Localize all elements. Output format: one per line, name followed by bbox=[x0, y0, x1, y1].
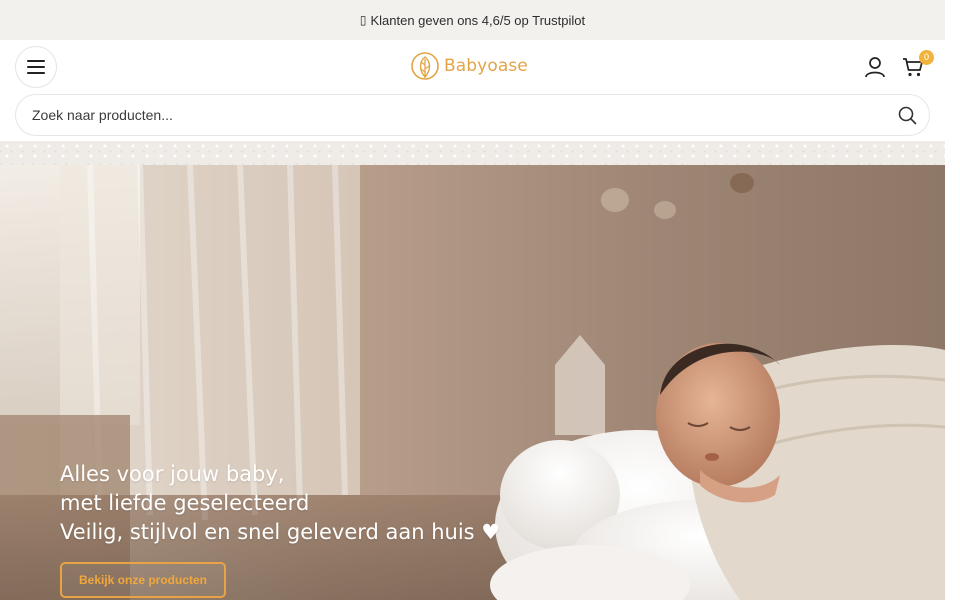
page: ▯ Klanten geven ons 4,6/5 op Trustpilot … bbox=[0, 0, 945, 600]
account-button[interactable] bbox=[862, 54, 888, 80]
search-icon bbox=[898, 106, 916, 124]
search-input[interactable] bbox=[16, 95, 887, 135]
hero-banner: Alles voor jouw baby, met liefde geselec… bbox=[0, 165, 945, 600]
search-bar bbox=[15, 94, 930, 136]
search-button[interactable] bbox=[887, 95, 927, 135]
hero-line-1: Alles voor jouw baby, bbox=[60, 462, 285, 486]
menu-button[interactable] bbox=[15, 46, 57, 88]
site-header: Babyoase 0 bbox=[0, 40, 945, 94]
announcement-bar: ▯ Klanten geven ons 4,6/5 op Trustpilot bbox=[0, 0, 945, 40]
announcement-text: Klanten geven ons 4,6/5 op Trustpilot bbox=[370, 12, 586, 28]
cart-count-badge: 0 bbox=[919, 50, 934, 65]
hero-line-3: Veilig, stijlvol en snel geleverd aan hu… bbox=[60, 520, 501, 544]
logo-text: Babyoase bbox=[444, 56, 528, 76]
user-icon bbox=[865, 57, 885, 78]
hero-heading: Alles voor jouw baby, met liefde geselec… bbox=[60, 460, 500, 547]
view-products-button[interactable]: Bekijk onze producten bbox=[60, 562, 226, 598]
decorative-pattern-band bbox=[0, 141, 945, 165]
hero-line-2: met liefde geselecteerd bbox=[60, 491, 310, 515]
logo-leaf-icon bbox=[411, 52, 439, 80]
logo[interactable]: Babyoase bbox=[410, 50, 528, 82]
star-icon: ▯ bbox=[359, 13, 367, 27]
scrollbar-gutter bbox=[945, 0, 960, 600]
hamburger-menu-icon bbox=[27, 60, 45, 74]
cart-button[interactable]: 0 bbox=[902, 50, 934, 80]
